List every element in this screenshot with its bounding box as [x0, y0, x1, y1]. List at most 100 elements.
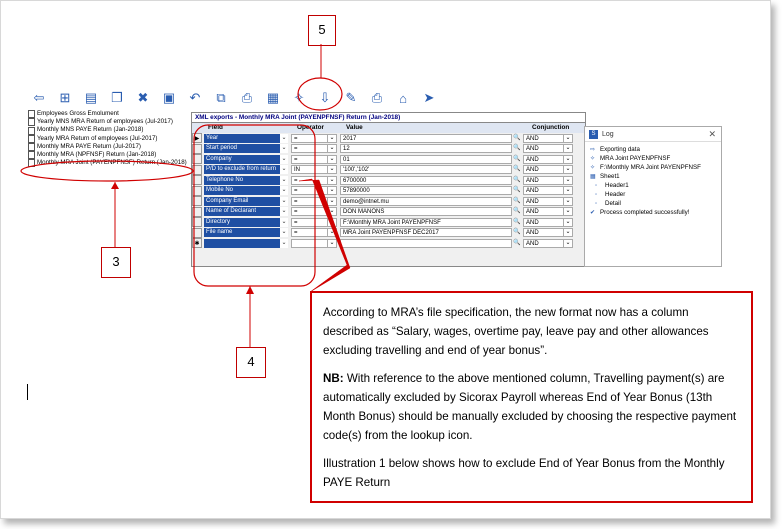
- wand-icon[interactable]: ✧: [288, 89, 310, 107]
- chevron-down-icon[interactable]: ⌄: [327, 145, 336, 153]
- table-row[interactable]: Company ⌄ = ⌄ 01 🔍 AND ⌄: [192, 154, 585, 165]
- chevron-down-icon[interactable]: ⌄: [327, 166, 336, 174]
- conjunction-select[interactable]: AND ⌄: [523, 217, 573, 227]
- chevron-down-icon[interactable]: ⌄: [280, 133, 288, 143]
- edit-icon[interactable]: ✎: [340, 89, 362, 107]
- operator-select[interactable]: IN ⌄: [291, 165, 337, 175]
- chevron-down-icon[interactable]: ⌄: [563, 208, 572, 216]
- home-icon[interactable]: ⌂: [392, 89, 414, 107]
- chevron-down-icon[interactable]: ⌄: [280, 207, 288, 217]
- operator-select[interactable]: = ⌄: [291, 196, 337, 206]
- table-row[interactable]: Mobile No ⌄ = ⌄ 57890000 🔍 AND ⌄: [192, 185, 585, 197]
- lookup-icon[interactable]: 🔍: [513, 218, 521, 227]
- operator-select[interactable]: = ⌄: [291, 133, 337, 143]
- operator-select[interactable]: = ⌄: [291, 186, 337, 196]
- documents-icon[interactable]: ❐: [106, 89, 128, 107]
- field-select[interactable]: Directory ⌄: [204, 217, 288, 227]
- lookup-icon[interactable]: 🔍: [513, 207, 521, 216]
- print2-icon[interactable]: ⎙: [366, 89, 388, 107]
- document-icon[interactable]: ▤: [80, 89, 102, 107]
- copy-icon[interactable]: ⧉: [210, 89, 232, 107]
- lookup-icon[interactable]: 🔍: [513, 228, 521, 237]
- table-row[interactable]: Start period ⌄ = ⌄ 12 🔍 AND ⌄: [192, 143, 585, 155]
- value-input[interactable]: '100','102': [340, 165, 512, 175]
- tree-item[interactable]: Yearly MNS MRA Return of employees (Jul-…: [28, 118, 191, 127]
- value-input[interactable]: F:\Monthly MRA Joint PAYENPFNSF: [340, 217, 512, 227]
- export-selected-icon[interactable]: ⇩: [314, 89, 336, 107]
- chevron-down-icon[interactable]: ⌄: [280, 165, 288, 175]
- field-select[interactable]: P/D to exclude from return ⌄: [204, 165, 288, 175]
- table-row[interactable]: Name of Declarant ⌄ = ⌄ DON MANONS 🔍 AND ⌄: [192, 206, 585, 218]
- field-select[interactable]: Year ⌄: [204, 133, 288, 143]
- chevron-down-icon[interactable]: ⌄: [563, 239, 572, 247]
- chevron-down-icon[interactable]: ⌄: [327, 187, 336, 195]
- chevron-down-icon[interactable]: ⌄: [280, 144, 288, 154]
- operator-select[interactable]: = ⌄: [291, 154, 337, 164]
- field-select[interactable]: File name ⌄: [204, 228, 288, 238]
- conjunction-select[interactable]: AND ⌄: [523, 196, 573, 206]
- value-input[interactable]: 2017: [340, 133, 512, 143]
- chevron-down-icon[interactable]: ⌄: [280, 154, 288, 164]
- chevron-down-icon[interactable]: ⌄: [563, 134, 572, 142]
- value-input[interactable]: 57890000: [340, 186, 512, 196]
- lookup-icon[interactable]: 🔍: [513, 144, 521, 153]
- value-input[interactable]: 12: [340, 144, 512, 154]
- conjunction-select[interactable]: AND ⌄: [523, 228, 573, 238]
- operator-select[interactable]: = ⌄: [291, 175, 337, 185]
- table-row[interactable]: P/D to exclude from return ⌄ IN ⌄ '100','102…: [192, 164, 585, 176]
- chevron-down-icon[interactable]: ⌄: [563, 176, 572, 184]
- table-row[interactable]: ✱ ⌄ ⌄ 🔍 AND ⌄: [192, 238, 585, 249]
- operator-select[interactable]: = ⌄: [291, 144, 337, 154]
- conjunction-select[interactable]: AND ⌄: [523, 175, 573, 185]
- tree-item-selected[interactable]: Monthly MRA Joint (PAYENPFNSF) Return (J…: [28, 159, 191, 168]
- tree-item[interactable]: Monthly MNS PAYE Return (Jan-2018): [28, 126, 191, 135]
- tree-item[interactable]: Employees Gross Emolument: [28, 110, 191, 119]
- conjunction-select[interactable]: AND ⌄: [523, 165, 573, 175]
- field-select[interactable]: Company Email ⌄: [204, 196, 288, 206]
- operator-select[interactable]: = ⌄: [291, 217, 337, 227]
- conjunction-select[interactable]: AND ⌄: [523, 186, 573, 196]
- conjunction-select[interactable]: AND ⌄: [523, 154, 573, 164]
- chevron-down-icon[interactable]: ⌄: [563, 145, 572, 153]
- chevron-down-icon[interactable]: ⌄: [327, 218, 336, 226]
- chevron-down-icon[interactable]: ⌄: [327, 208, 336, 216]
- chevron-down-icon[interactable]: ⌄: [280, 217, 288, 227]
- conjunction-select[interactable]: AND ⌄: [523, 238, 573, 248]
- field-select[interactable]: Company ⌄: [204, 154, 288, 164]
- chevron-down-icon[interactable]: ⌄: [563, 166, 572, 174]
- chevron-down-icon[interactable]: ⌄: [280, 175, 288, 185]
- tree-item[interactable]: Monthly MRA (NPFNSF) Return (Jan-2018): [28, 151, 191, 160]
- lookup-icon[interactable]: 🔍: [513, 197, 521, 206]
- chevron-down-icon[interactable]: ⌄: [563, 197, 572, 205]
- print-icon[interactable]: ⎙: [236, 89, 258, 107]
- field-select[interactable]: Telephone No ⌄: [204, 175, 288, 185]
- chevron-down-icon[interactable]: ⌄: [563, 218, 572, 226]
- chevron-down-icon[interactable]: ⌄: [563, 229, 572, 237]
- tree-item[interactable]: Yearly MRA Return of employees (Jul-2017…: [28, 135, 191, 143]
- lookup-icon[interactable]: 🔍: [513, 176, 521, 185]
- value-input[interactable]: MRA Joint PAYENPFNSF DEC2017: [340, 228, 512, 238]
- chevron-down-icon[interactable]: ⌄: [563, 187, 572, 195]
- table-row[interactable]: File name ⌄ = ⌄ MRA Joint PAYENPFNSF DEC2017…: [192, 227, 585, 239]
- operator-select[interactable]: = ⌄: [291, 228, 337, 238]
- conjunction-select[interactable]: AND ⌄: [523, 144, 573, 154]
- chevron-down-icon[interactable]: ⌄: [563, 155, 572, 163]
- conjunction-select[interactable]: AND ⌄: [523, 207, 573, 217]
- field-select[interactable]: Name of Declarant ⌄: [204, 207, 288, 217]
- tree-icon[interactable]: ⊞: [54, 89, 76, 107]
- tree-item[interactable]: Monthly MRA PAYE Return (Jul-2017): [28, 143, 191, 151]
- value-input[interactable]: [340, 238, 512, 248]
- value-input[interactable]: 6700000: [340, 175, 512, 185]
- table-row[interactable]: Directory ⌄ = ⌄ F:\Monthly MRA Joint PAYENPF…: [192, 217, 585, 228]
- chevron-down-icon[interactable]: ⌄: [280, 196, 288, 206]
- lookup-icon[interactable]: 🔍: [513, 239, 521, 248]
- operator-select[interactable]: = ⌄: [291, 207, 337, 217]
- table-row[interactable]: Company Email ⌄ = ⌄ demo@intnet.mu 🔍 AND ⌄: [192, 196, 585, 207]
- delete-icon[interactable]: ✖: [132, 89, 154, 107]
- back-arrow-icon[interactable]: ⇦: [28, 89, 50, 107]
- chevron-down-icon[interactable]: ⌄: [327, 176, 336, 184]
- conjunction-select[interactable]: AND ⌄: [523, 133, 573, 143]
- lookup-icon[interactable]: 🔍: [513, 134, 521, 143]
- operator-select[interactable]: ⌄: [291, 238, 337, 248]
- lookup-icon[interactable]: 🔍: [513, 186, 521, 195]
